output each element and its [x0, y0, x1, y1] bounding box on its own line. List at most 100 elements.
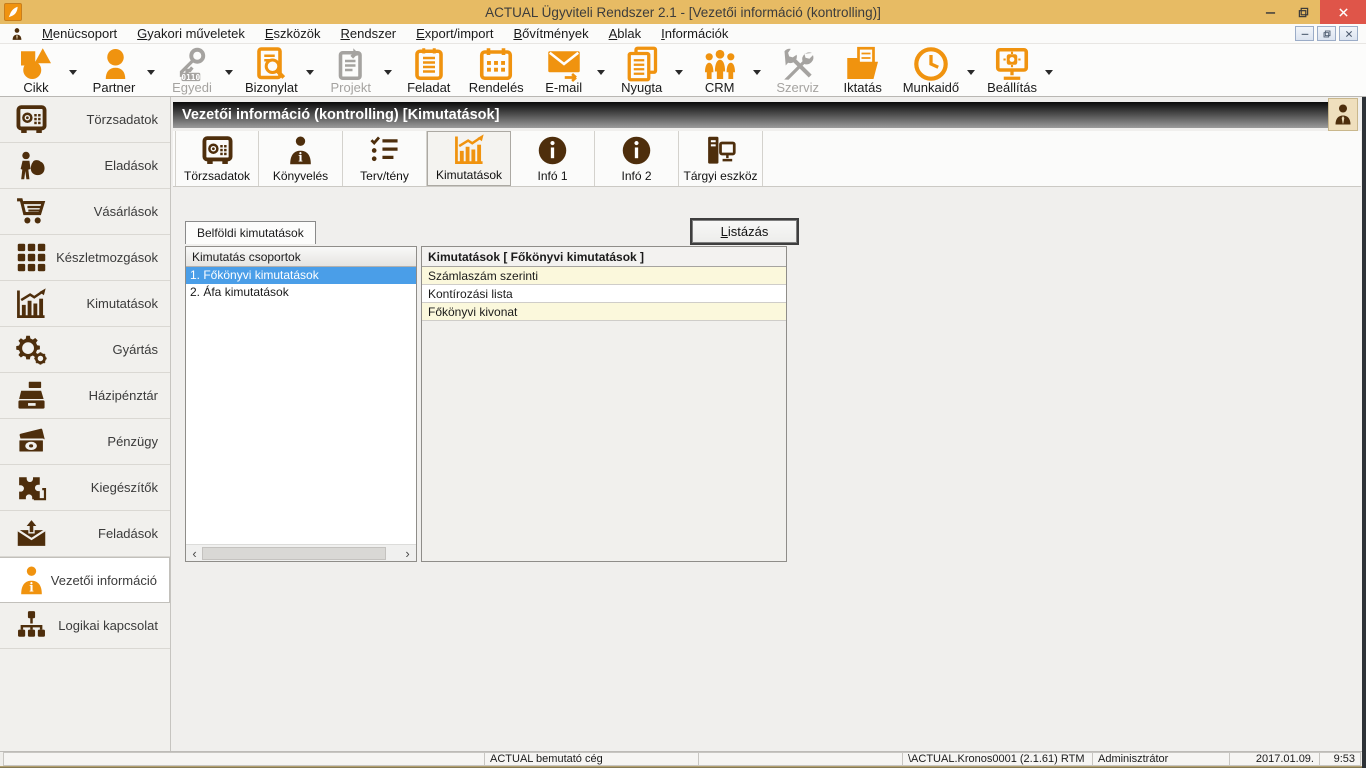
toolbar-button[interactable]: Partner: [86, 46, 155, 95]
toolbar-button[interactable]: CRM: [692, 46, 761, 95]
module-tab-button[interactable]: Infó 2: [595, 131, 679, 186]
menu-item[interactable]: Bővítmények: [503, 26, 598, 41]
listazas-button[interactable]: Listázás: [692, 220, 797, 243]
sidebar-item[interactable]: Eladások: [0, 143, 170, 189]
dropdown-arrow-icon[interactable]: [675, 70, 683, 75]
toolbar-button-body[interactable]: Feladat: [401, 46, 457, 95]
toolbar-button-body[interactable]: Partner: [86, 46, 142, 95]
toolbar-button-icon: [913, 46, 949, 82]
module-tab-button[interactable]: Infó 1: [511, 131, 595, 186]
dropdown-arrow-icon[interactable]: [147, 70, 155, 75]
toolbar-button-body[interactable]: Rendelés: [466, 46, 527, 95]
scroll-right-arrow-icon[interactable]: ›: [400, 547, 415, 560]
mdi-close-button[interactable]: [1339, 26, 1358, 41]
sidebar-item[interactable]: Törzsadatok: [0, 97, 170, 143]
toolbar-button[interactable]: Nyugta: [614, 46, 683, 95]
menu-item[interactable]: Gyakori műveletek: [127, 26, 255, 41]
module-tab-icon: [368, 134, 401, 167]
toolbar-button-icon: [702, 46, 738, 82]
toolbar-button-body[interactable]: E-mail: [536, 46, 592, 95]
toolbar-button-body[interactable]: Beállítás: [984, 46, 1040, 95]
toolbar-button-body[interactable]: Nyugta: [614, 46, 670, 95]
module-tab-button[interactable]: Tárgyi eszköz: [679, 131, 763, 186]
toolbar-button-icon: [253, 46, 289, 82]
toolbar-button-icon: [845, 46, 881, 82]
groups-panel-header: Kimutatás csoportok: [186, 247, 416, 267]
toolbar-button[interactable]: Munkaidő: [900, 46, 975, 95]
sidebar-item[interactable]: Házipénztár: [0, 373, 170, 419]
sidebar-item[interactable]: Készletmozgások: [0, 235, 170, 281]
sidebar-item[interactable]: Kiegészítők: [0, 465, 170, 511]
toolbar-button[interactable]: Cikk: [8, 46, 77, 95]
toolbar-button[interactable]: Projekt: [323, 46, 392, 95]
group-list-item[interactable]: 2. Áfa kimutatások: [186, 284, 416, 301]
scrollbar-thumb[interactable]: [202, 547, 386, 560]
header-user-icon[interactable]: [1328, 98, 1358, 131]
toolbar-button-body[interactable]: Iktatás: [835, 46, 891, 95]
menu-item[interactable]: Információk: [651, 26, 738, 41]
mdi-window-controls: [1295, 26, 1360, 41]
sidebar-item[interactable]: Feladások: [0, 511, 170, 557]
dropdown-arrow-icon[interactable]: [753, 70, 761, 75]
toolbar-button-label: Nyugta: [621, 80, 662, 95]
close-button[interactable]: [1320, 0, 1366, 24]
toolbar-button[interactable]: Beállítás: [984, 46, 1053, 95]
toolbar-button[interactable]: Feladat: [401, 46, 457, 95]
sidebar-item[interactable]: Logikai kapcsolat: [0, 603, 170, 649]
toolbar-button-body[interactable]: 0110 Egyedi: [164, 46, 220, 95]
panels: Kimutatás csoportok 1. Főkönyvi kimutatá…: [185, 246, 787, 562]
dropdown-arrow-icon[interactable]: [225, 70, 233, 75]
toolbar-button-label: Feladat: [407, 80, 450, 95]
sidebar-item[interactable]: Gyártás: [0, 327, 170, 373]
menu-item[interactable]: Rendszer: [330, 26, 406, 41]
module-tab-icon: [704, 134, 737, 167]
horizontal-scrollbar[interactable]: ‹ ›: [186, 544, 416, 561]
toolbar-button[interactable]: 0110 Egyedi: [164, 46, 233, 95]
toolbar-button-body[interactable]: Munkaidő: [900, 46, 962, 95]
report-row[interactable]: Főkönyvi kivonat: [422, 303, 786, 321]
sidebar-item[interactable]: Vásárlások: [0, 189, 170, 235]
mdi-restore-button[interactable]: [1317, 26, 1336, 41]
dropdown-arrow-icon[interactable]: [1045, 70, 1053, 75]
menu-item[interactable]: Menücsoport: [32, 26, 127, 41]
scroll-left-arrow-icon[interactable]: ‹: [187, 547, 202, 560]
toolbar-button-icon: [18, 46, 54, 82]
toolbar-button-body[interactable]: CRM: [692, 46, 748, 95]
sidebar-item-label: Vásárlások: [94, 204, 158, 219]
toolbar-button[interactable]: Bizonylat: [242, 46, 314, 95]
dropdown-arrow-icon[interactable]: [306, 70, 314, 75]
menu-item[interactable]: Export/import: [406, 26, 503, 41]
sidebar-item-label: Eladások: [105, 158, 158, 173]
dropdown-arrow-icon[interactable]: [69, 70, 77, 75]
menu-item[interactable]: Ablak: [599, 26, 652, 41]
tab-belfoldi-kimutatasok[interactable]: Belföldi kimutatások: [185, 221, 316, 244]
sidebar-item-label: Pénzügy: [107, 434, 158, 449]
minimize-button[interactable]: [1254, 0, 1287, 24]
toolbar-button-body[interactable]: Szerviz: [770, 46, 826, 95]
toolbar-button[interactable]: Szerviz: [770, 46, 826, 95]
toolbar-button-body[interactable]: Projekt: [323, 46, 379, 95]
sidebar-item[interactable]: Pénzügy: [0, 419, 170, 465]
group-list-item[interactable]: 1. Főkönyvi kimutatások: [186, 267, 416, 284]
module-tab-button[interactable]: Terv/tény: [343, 131, 427, 186]
report-row[interactable]: Számlaszám szerinti: [422, 267, 786, 285]
module-tab-icon: [536, 134, 569, 167]
toolbar-button[interactable]: Iktatás: [835, 46, 891, 95]
toolbar-button[interactable]: Rendelés: [466, 46, 527, 95]
module-tab-button[interactable]: Törzsadatok: [175, 131, 259, 186]
toolbar-button[interactable]: E-mail: [536, 46, 605, 95]
sidebar-item[interactable]: Kimutatások: [0, 281, 170, 327]
module-tab-button[interactable]: i Könyvelés: [259, 131, 343, 186]
toolbar-button-body[interactable]: Cikk: [8, 46, 64, 95]
sidebar-item[interactable]: i Vezetői információ: [0, 557, 170, 603]
restore-button[interactable]: [1287, 0, 1320, 24]
report-row[interactable]: Kontírozási lista: [422, 285, 786, 303]
dropdown-arrow-icon[interactable]: [967, 70, 975, 75]
menu-item[interactable]: Eszközök: [255, 26, 331, 41]
module-tab-button[interactable]: Kimutatások: [427, 131, 511, 186]
dropdown-arrow-icon[interactable]: [597, 70, 605, 75]
dropdown-arrow-icon[interactable]: [384, 70, 392, 75]
mdi-minimize-button[interactable]: [1295, 26, 1314, 41]
status-cell: [3, 752, 485, 766]
toolbar-button-body[interactable]: Bizonylat: [242, 46, 301, 95]
